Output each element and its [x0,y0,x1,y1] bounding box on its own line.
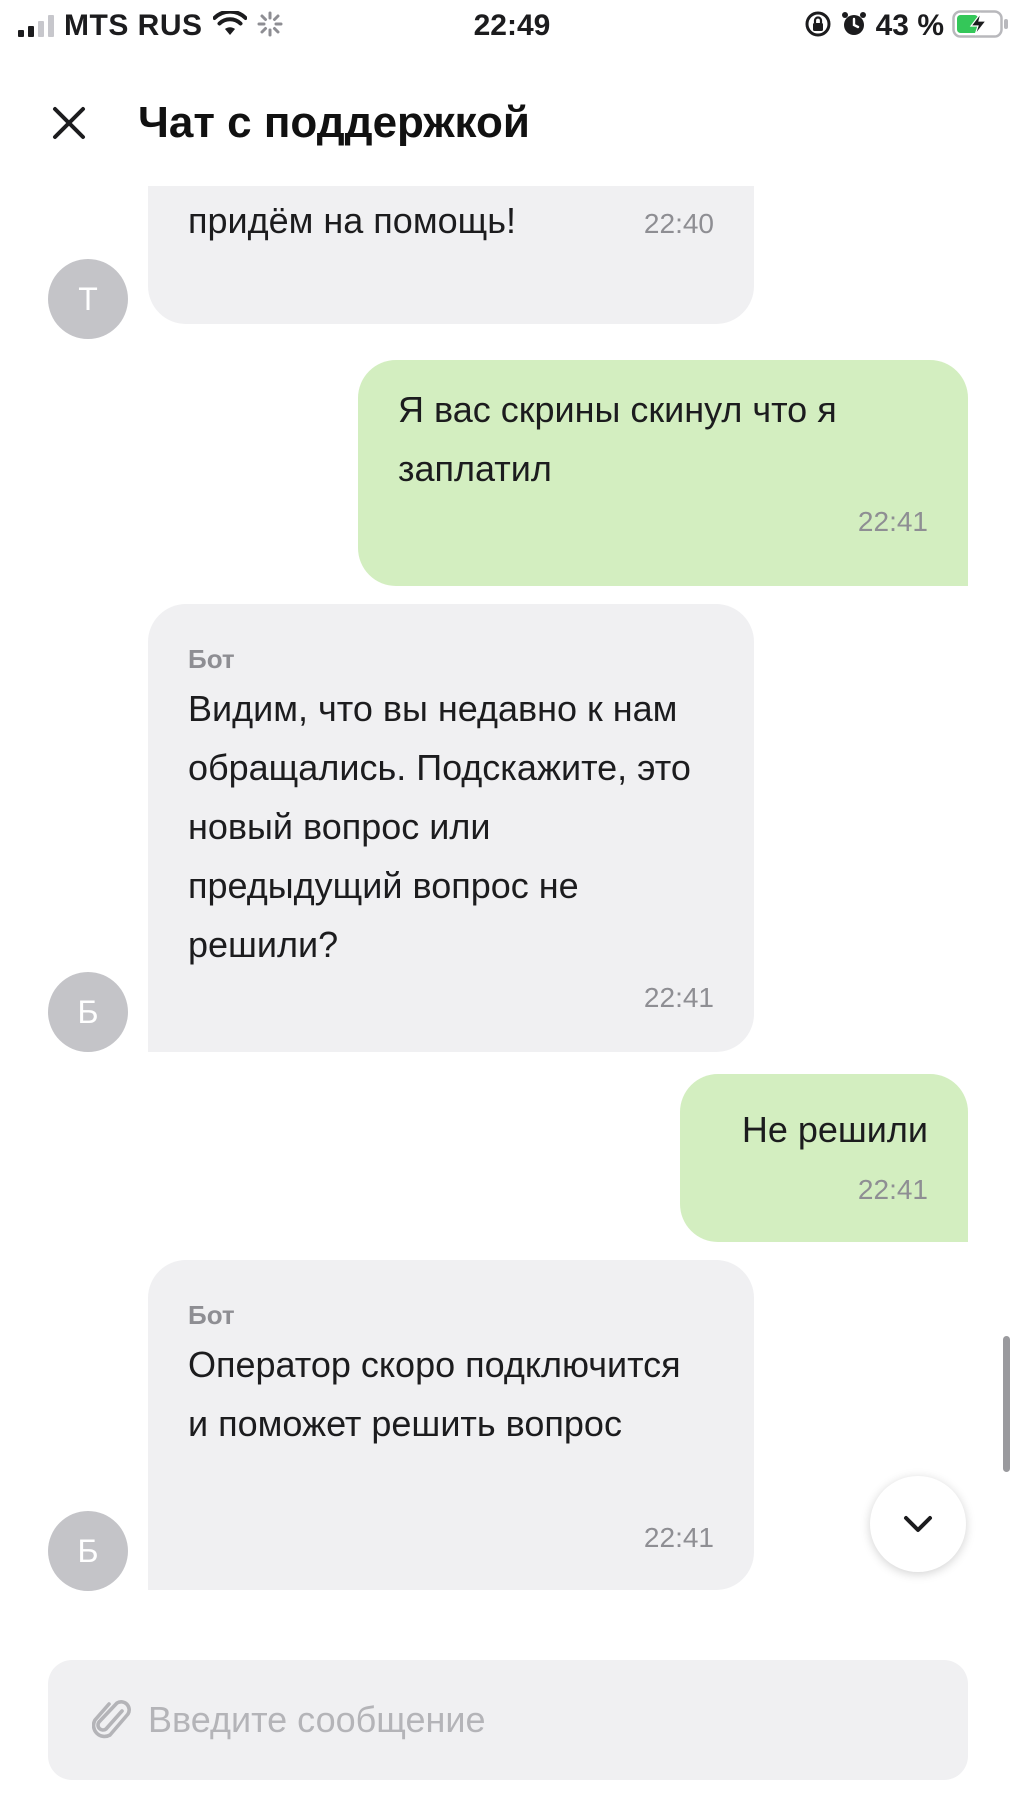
avatar: Б [48,972,128,1052]
chevron-down-icon [904,1516,932,1532]
message-text: придём на помощь! [188,200,516,241]
incoming-message: придём на помощь! 22:40 [148,186,754,324]
battery-charging-icon [952,9,1010,43]
incoming-message: Бот Оператор скоро подключится и поможет… [148,1260,754,1590]
attach-button[interactable] [86,1694,138,1746]
message-list[interactable]: придём на помощь! 22:40 Т Я вас скрины с… [0,186,1024,1594]
sender-name: Бот [188,1300,235,1330]
message-input[interactable] [148,1680,938,1760]
avatar: Т [48,259,128,339]
close-button[interactable] [40,94,98,152]
scrollbar[interactable] [1003,1336,1010,1472]
chat-header: Чат с поддержкой [0,60,1024,186]
close-icon [53,107,85,139]
message-time: 22:40 [643,208,714,239]
message-time: 22:41 [857,506,928,537]
orientation-lock-icon [804,10,832,43]
alarm-icon [840,10,868,43]
scroll-to-bottom-button[interactable] [870,1476,966,1572]
message-text: Оператор скоро подключится и поможет реш… [188,1344,681,1444]
message-time: 22:41 [643,982,714,1013]
incoming-message: Бот Видим, что вы недавно к нам обращали… [148,604,754,1052]
battery-percentage: 43 % [875,9,944,42]
message-time: 22:41 [857,1174,928,1205]
paperclip-icon [92,1700,131,1739]
message-time: 22:41 [643,1522,714,1553]
status-bar: MTS RUS 22:49 43 % [0,0,1024,52]
avatar: Б [48,1511,128,1591]
message-composer [48,1660,968,1780]
message-text: Не решили [741,1109,928,1150]
sender-name: Бот [188,644,235,674]
message-text: Я вас скрины скинул что я заплатил [398,389,837,489]
status-right: 43 % [804,8,1010,44]
message-text: Видим, что вы недавно к нам обращались. … [188,688,691,965]
page-title: Чат с поддержкой [138,98,530,147]
outgoing-message: Не решили 22:41 [680,1074,968,1242]
outgoing-message: Я вас скрины скинул что я заплатил 22:41 [358,360,968,586]
